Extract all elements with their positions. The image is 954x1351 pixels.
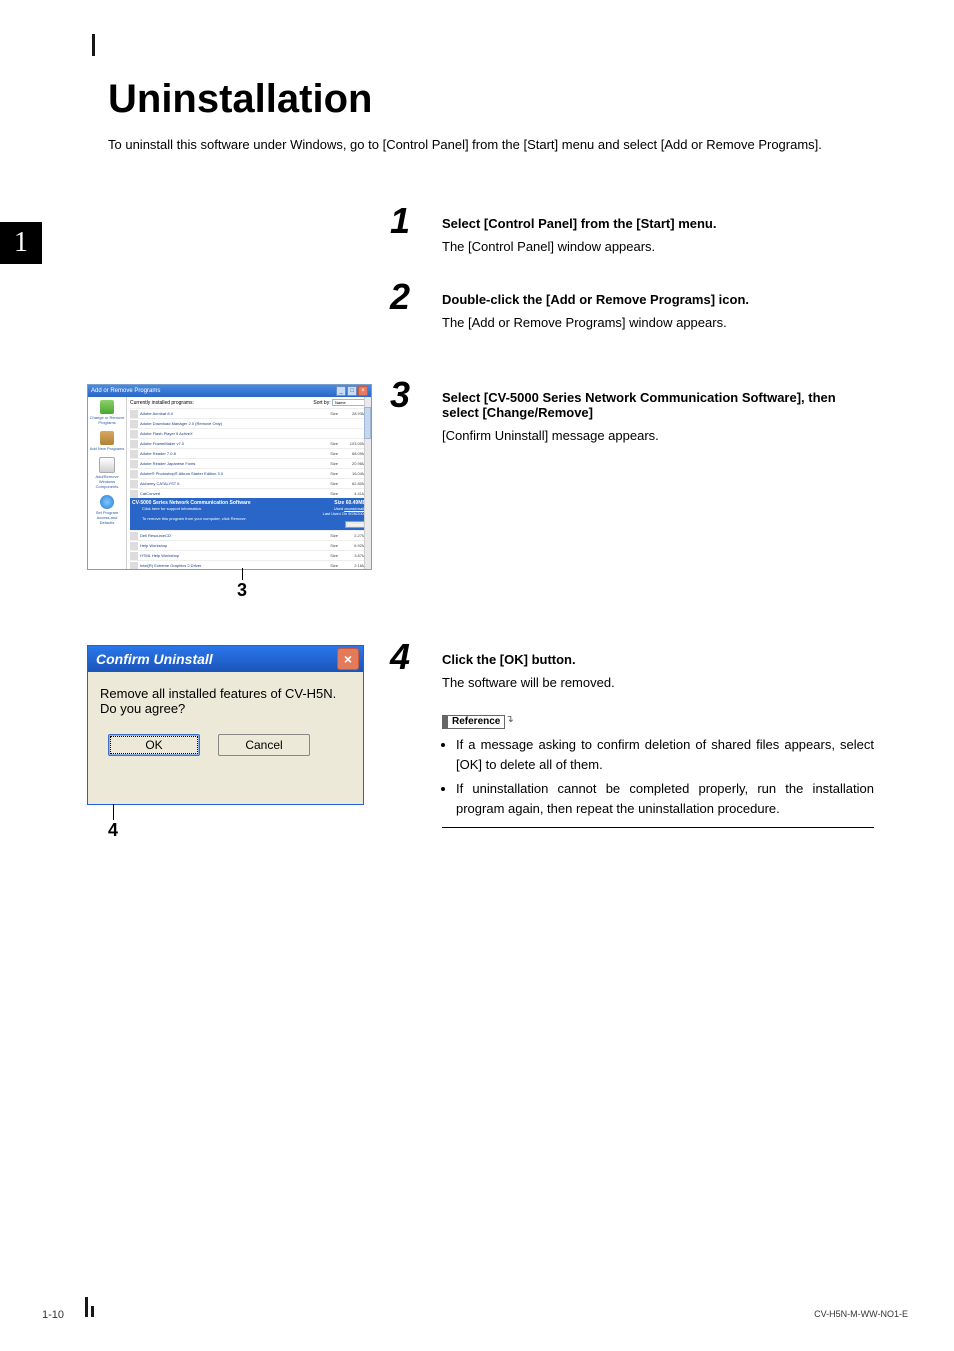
program-row[interactable]: Adobe Reader 7.0.8Size68.09MB [130, 448, 368, 458]
step-3-text: Select [CV-5000 Series Network Communica… [442, 390, 874, 446]
sort-label: Sort by: [313, 400, 330, 406]
sidebar-item-windows-components[interactable]: Add/Remove Windows Components [88, 454, 126, 492]
step-1-heading: Select [Control Panel] from the [Start] … [442, 216, 874, 231]
page-number: 1-10 [42, 1309, 64, 1321]
step-number-3: 3 [390, 374, 410, 416]
app-icon [130, 542, 138, 550]
decorative-rule-bottom [85, 1297, 94, 1317]
program-row[interactable]: Adobe® Photoshop® Album Starter Edition … [130, 468, 368, 478]
document-id: CV-H5N-M-WW-NO1-E [814, 1309, 908, 1319]
program-list-panel: Currently installed programs: Sort by: N… [127, 397, 371, 569]
globe-icon [100, 495, 114, 509]
dialog-message: Remove all installed features of CV-H5N.… [100, 686, 351, 716]
program-row[interactable]: Intel(R) Extreme Graphics 2 DriverSize2.… [130, 560, 368, 569]
window-title: Add or Remove Programs [91, 388, 160, 394]
step-2-text: Double-click the [Add or Remove Programs… [442, 292, 874, 333]
app-icon [130, 430, 138, 438]
chapter-tab: 1 [0, 222, 42, 264]
scrollbar-thumb[interactable] [364, 407, 371, 439]
app-icon [130, 450, 138, 458]
box-icon [100, 431, 114, 445]
app-icon [130, 410, 138, 418]
callout-leader [113, 804, 114, 820]
minimize-icon[interactable]: _ [336, 386, 346, 396]
list-header: Currently installed programs: [130, 400, 194, 406]
app-icon [130, 470, 138, 478]
program-row[interactable]: HTML Help WorkshopSize3.87MB [130, 550, 368, 560]
sort-dropdown[interactable]: Name [332, 399, 368, 406]
intro-paragraph: To uninstall this software under Windows… [108, 135, 868, 155]
step-2-body: The [Add or Remove Programs] window appe… [442, 313, 874, 333]
program-row[interactable]: Adobe FrameMaker v7.0Size103.00MB [130, 438, 368, 448]
step-number-4: 4 [390, 636, 410, 678]
note-arrow-icon: ↴ [505, 714, 513, 725]
screenshot-add-remove-programs: Add or Remove Programs _ □ × Change or R… [87, 384, 372, 570]
shield-icon [100, 400, 114, 414]
program-row[interactable]: Adobe Reader Japanese FontsSize20.96MB [130, 458, 368, 468]
step-4-text: Click the [OK] button. The software will… [442, 652, 874, 828]
dialog-title: Confirm Uninstall [96, 651, 213, 667]
reference-list: If a message asking to confirm deletion … [442, 735, 874, 820]
app-icon [130, 552, 138, 560]
program-row[interactable]: Adobe Flash Player 9 ActiveX [130, 428, 368, 438]
app-icon [130, 562, 138, 570]
app-icon [130, 480, 138, 488]
separator [442, 827, 874, 828]
step-number-2: 2 [390, 276, 410, 318]
reference-block: Reference↴ [442, 711, 874, 729]
sidebar-item-add-new[interactable]: Add New Programs [88, 428, 126, 454]
sidebar-item-program-access[interactable]: Set Program Access and Defaults [88, 492, 126, 528]
callout-label-4: 4 [108, 820, 118, 841]
program-row[interactable]: Dell ResourceCDSize2.27MB [130, 530, 368, 540]
sidebar-item-change-remove[interactable]: Change or Remove Programs [88, 397, 126, 428]
decorative-rule [92, 34, 95, 56]
callout-label-3: 3 [237, 580, 247, 601]
page-title: Uninstallation [108, 77, 372, 122]
support-link[interactable]: Click here for support information. [142, 506, 202, 511]
program-row[interactable]: CatConvertSize4.41MB [130, 488, 368, 498]
app-icon [130, 490, 138, 498]
close-icon[interactable]: × [358, 386, 368, 396]
reference-item: If uninstallation cannot be completed pr… [456, 779, 874, 819]
app-icon [130, 532, 138, 540]
reference-label: Reference [442, 715, 505, 729]
screenshot-confirm-uninstall: Confirm Uninstall × Remove all installed… [87, 645, 364, 805]
step-1-text: Select [Control Panel] from the [Start] … [442, 216, 874, 257]
step-3-body: [Confirm Uninstall] message appears. [442, 426, 874, 446]
titlebar-buttons: _ □ × [336, 386, 368, 396]
program-row[interactable]: Adobe Download Manager 2.0 (Remove Only) [130, 418, 368, 428]
dialog-body: Remove all installed features of CV-H5N.… [88, 672, 363, 766]
ok-button[interactable]: OK [108, 734, 200, 756]
close-icon[interactable]: × [337, 648, 359, 670]
cancel-button[interactable]: Cancel [218, 734, 310, 756]
step-4-body: The software will be removed. [442, 673, 874, 693]
window-titlebar: Add or Remove Programs _ □ × [88, 385, 371, 397]
scrollbar[interactable] [364, 397, 371, 569]
step-2-heading: Double-click the [Add or Remove Programs… [442, 292, 874, 307]
windows-icon [99, 457, 115, 473]
program-row[interactable]: Adobe Acrobat 8.0Size28.93MB [130, 408, 368, 418]
program-row[interactable]: Alchemy CATALYST 6Size62.80MB [130, 478, 368, 488]
program-row-selected[interactable]: CV-5000 Series Network Communication Sof… [130, 498, 368, 530]
remove-button[interactable]: Remove [345, 521, 366, 528]
app-icon [130, 420, 138, 428]
app-icon [130, 440, 138, 448]
reference-item: If a message asking to confirm deletion … [456, 735, 874, 775]
maximize-icon[interactable]: □ [347, 386, 357, 396]
step-4-heading: Click the [OK] button. [442, 652, 874, 667]
sidebar: Change or Remove Programs Add New Progra… [88, 397, 127, 569]
step-1-body: The [Control Panel] window appears. [442, 237, 874, 257]
app-icon [130, 460, 138, 468]
callout-leader [242, 568, 243, 580]
program-row[interactable]: Help WorkshopSize6.92MB [130, 540, 368, 550]
dialog-titlebar: Confirm Uninstall × [88, 646, 363, 672]
step-3-heading: Select [CV-5000 Series Network Communica… [442, 390, 874, 420]
step-number-1: 1 [390, 200, 410, 242]
